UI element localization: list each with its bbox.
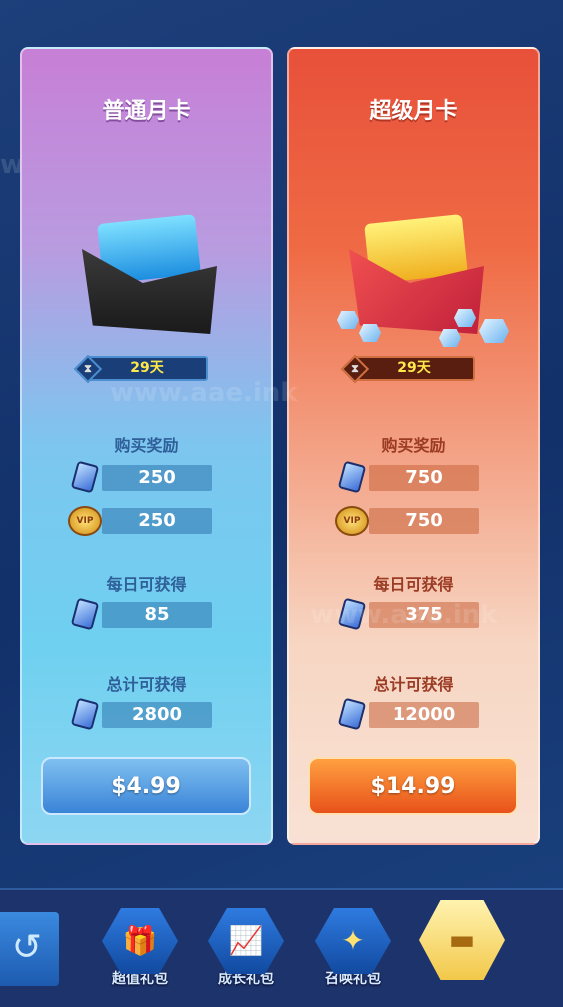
hourglass-icon: ⧗ xyxy=(340,354,370,384)
hourglass-icon: ⧗ xyxy=(73,354,103,384)
card-envelope-image xyxy=(337,214,509,347)
vip-badge-icon: VIP xyxy=(335,506,369,536)
monthly-card-super: 超级月卡 ⧗ 29天 购买奖励 750 VIP 750 每日可获得 375 总计可… xyxy=(287,47,540,845)
card-envelope-image xyxy=(82,214,217,334)
duration-badge: ⧗ 29天 xyxy=(340,354,475,384)
gem-icon xyxy=(70,460,100,494)
tab-summon-pack[interactable]: ✦ 召唤礼包 xyxy=(310,908,396,988)
back-arrow-icon: ↺ xyxy=(11,927,43,968)
monthly-card-normal: 普通月卡 ⧗ 29天 购买奖励 250 VIP 250 每日可获得 85 总计可获… xyxy=(20,47,273,845)
total-gems-value: 12000 xyxy=(369,702,479,728)
tab-monthly-card[interactable]: ▬月卡 xyxy=(419,900,505,980)
daily-label: 每日可获得 xyxy=(106,575,187,594)
cannon-icon: ✦ xyxy=(315,908,391,974)
buy-button[interactable]: $14.99 xyxy=(308,757,518,815)
purchase-gems-value: 250 xyxy=(102,465,212,491)
growth-chart-icon: 📈 xyxy=(208,908,284,974)
card-title: 普通月卡 xyxy=(102,99,191,124)
total-gems-value: 2800 xyxy=(102,702,212,728)
watermark: www.aae.ink xyxy=(110,378,298,408)
purchase-gems-value: 750 xyxy=(369,465,479,491)
total-label: 总计可获得 xyxy=(373,675,454,694)
purchase-vip-value: 250 xyxy=(102,508,212,534)
daily-label: 每日可获得 xyxy=(373,575,454,594)
purchase-reward-label: 购买奖励 xyxy=(381,436,446,455)
total-label: 总计可获得 xyxy=(106,675,187,694)
purchase-reward-label: 购买奖励 xyxy=(114,436,179,455)
tab-growth-pack[interactable]: 📈 成长礼包 xyxy=(203,908,289,988)
tab-value-pack[interactable]: 🎁 超值礼包 xyxy=(97,908,183,988)
watermark: www.aae.ink xyxy=(310,600,498,630)
purchase-vip-value: 750 xyxy=(369,508,479,534)
gem-icon xyxy=(337,460,367,494)
daily-gems-value: 85 xyxy=(102,602,212,628)
buy-button[interactable]: $4.99 xyxy=(41,757,251,815)
gem-icon xyxy=(337,697,367,731)
card-title: 超级月卡 xyxy=(369,99,458,124)
back-button[interactable]: ↺ xyxy=(0,912,59,986)
bottom-tab-bar: ↺ 🎁超值礼包 📈成长礼包 ✦召唤礼包 ▬月卡 xyxy=(0,888,563,1007)
gem-icon xyxy=(70,597,100,631)
vip-badge-icon: VIP xyxy=(68,506,102,536)
gem-icon xyxy=(70,697,100,731)
gift-icon: 🎁 xyxy=(102,908,178,974)
